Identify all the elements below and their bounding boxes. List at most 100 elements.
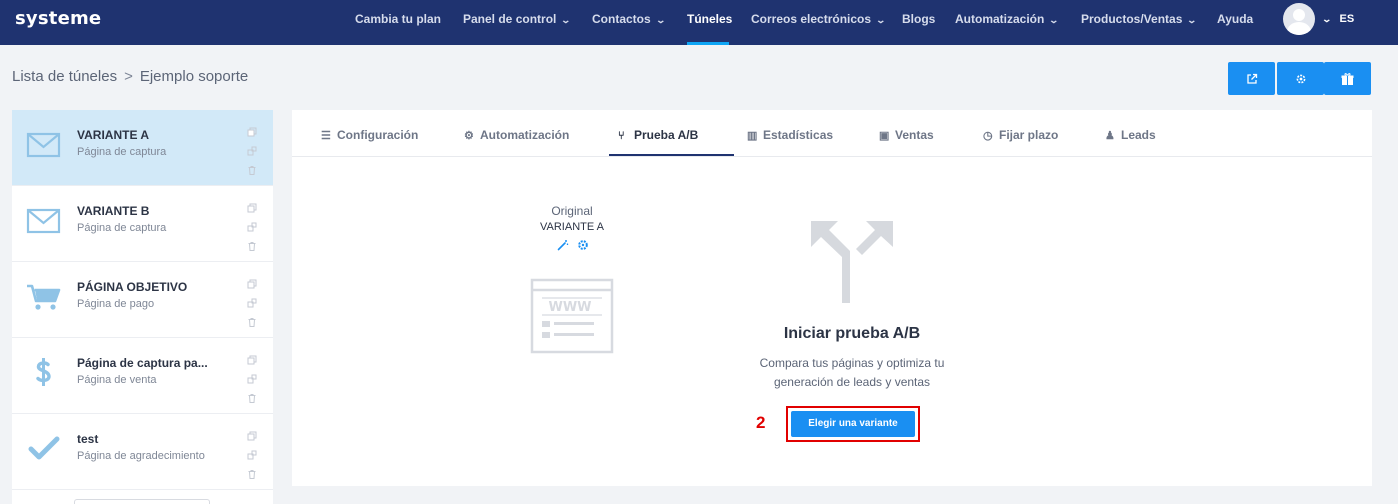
open-funnel-button[interactable] [1228, 62, 1275, 95]
step-actions [247, 352, 259, 409]
funnel-settings-button[interactable] [1277, 62, 1324, 95]
duplicate-icon[interactable] [247, 219, 257, 232]
original-variant-actions [556, 238, 596, 252]
tab-label: Fijar plazo [999, 128, 1059, 142]
nav-label: Blogs [902, 12, 936, 26]
nav-blogs[interactable]: Blogs [902, 0, 935, 45]
breadcrumb-separator: > [124, 68, 133, 85]
step-actions [247, 276, 259, 333]
highlight-box: Elegir una variante [786, 406, 920, 442]
trash-icon[interactable] [247, 238, 257, 251]
nav-label: Ayuda [1217, 12, 1254, 26]
trash-icon[interactable] [247, 162, 257, 175]
step-title: VARIANTE A [77, 128, 149, 142]
nav-productos-ventas[interactable]: Productos/Ventas ⌄ [1081, 0, 1198, 45]
tab-automatizacion[interactable]: ⚙ Automatización [464, 110, 569, 157]
step-actions [247, 124, 259, 181]
systeme-logo[interactable]: systeme [15, 8, 101, 29]
tab-ventas[interactable]: ▣ Ventas [879, 110, 934, 157]
nav-label: Productos/Ventas [1081, 12, 1183, 26]
copy-icon[interactable] [247, 276, 257, 289]
tab-prueba-ab[interactable]: ⑂ Prueba A/B [618, 110, 698, 157]
nav-contactos[interactable]: Contactos ⌄ [592, 0, 666, 45]
chevron-down-icon: ⌄ [1048, 15, 1060, 25]
breadcrumb-parent-link[interactable]: Lista de túneles [12, 68, 117, 85]
step-tabs: ☰ Configuración ⚙ Automatización ⑂ Prueba A… [292, 110, 1372, 157]
tab-fijar-plazo[interactable]: ◷ Fijar plazo [983, 110, 1058, 157]
check-icon [26, 430, 62, 466]
breadcrumb-current: Ejemplo soporte [139, 68, 249, 85]
share-funnel-button[interactable] [1324, 62, 1371, 95]
tab-label: Automatización [480, 128, 570, 142]
step-subtitle: Página de pago [77, 298, 155, 310]
duplicate-icon[interactable] [247, 371, 257, 384]
copy-icon[interactable] [247, 124, 257, 137]
step-actions [247, 428, 259, 485]
funnel-steps-sidebar: VARIANTE A Página de captura VARIANTE B … [12, 110, 273, 504]
funnel-step[interactable]: test Página de agradecimiento [12, 414, 273, 490]
gift-icon [1341, 72, 1354, 86]
chevron-down-icon: ⌄ [875, 15, 887, 25]
users-icon: ♟ [1105, 130, 1115, 142]
tab-label: Ventas [895, 128, 934, 142]
nav-cambia-tu-plan[interactable]: Cambia tu plan [355, 0, 441, 45]
duplicate-icon[interactable] [247, 447, 257, 460]
trash-icon[interactable] [247, 466, 257, 479]
step-subtitle: Página de venta [77, 374, 157, 386]
duplicate-icon[interactable] [247, 295, 257, 308]
nav-automatizacion[interactable]: Automatización ⌄ [955, 0, 1060, 45]
clock-icon: ◷ [983, 130, 993, 142]
nav-panel-de-control[interactable]: Panel de control ⌄ [463, 0, 572, 45]
money-icon: ▣ [879, 130, 890, 142]
language-selector[interactable]: ⌄ ES [1321, 0, 1354, 38]
tab-leads[interactable]: ♟ Leads [1105, 110, 1156, 157]
chevron-down-icon: ⌄ [1321, 14, 1333, 24]
breadcrumb: Lista de túneles > Ejemplo soporte [12, 68, 248, 85]
nav-label: Cambia tu plan [355, 12, 442, 26]
tab-label: Leads [1121, 128, 1156, 142]
choose-variant-button[interactable]: Elegir una variante [791, 411, 915, 437]
nav-label: Automatización [955, 12, 1045, 26]
active-nav-indicator [687, 42, 729, 45]
copy-icon[interactable] [247, 200, 257, 213]
funnel-step[interactable]: VARIANTE A Página de captura [12, 110, 273, 186]
tab-estadisticas[interactable]: ▥ Estadísticas [747, 110, 833, 157]
nav-label: Correos electrónicos [751, 12, 872, 26]
funnel-step[interactable]: Página de captura pa... Página de venta [12, 338, 273, 414]
webpage-icon: WWW [530, 278, 614, 354]
chevron-down-icon: ⌄ [560, 15, 572, 25]
user-avatar[interactable] [1283, 3, 1315, 35]
funnel-step[interactable]: PÁGINA OBJETIVO Página de pago [12, 262, 273, 338]
ab-test-description: Compara tus páginas y optimiza tu genera… [759, 356, 945, 389]
add-step-button[interactable] [74, 499, 210, 504]
nav-label: Túneles [687, 12, 733, 26]
nav-correos-electronicos[interactable]: Correos electrónicos ⌄ [751, 0, 887, 45]
funnel-step[interactable]: VARIANTE B Página de captura [12, 186, 273, 262]
cogs-icon: ⚙ [464, 130, 474, 142]
chevron-down-icon: ⌄ [655, 15, 666, 25]
step-number-annotation: 2 [756, 413, 766, 432]
tab-label: Prueba A/B [634, 128, 699, 142]
trash-icon[interactable] [247, 390, 257, 403]
magic-wand-icon[interactable] [557, 238, 569, 256]
nav-label: Contactos [592, 12, 651, 26]
ab-split-arrows-icon [808, 218, 896, 306]
envelope-icon [26, 202, 62, 238]
gear-icon[interactable] [577, 238, 589, 256]
trash-icon[interactable] [247, 314, 257, 327]
nav-ayuda[interactable]: Ayuda [1217, 0, 1253, 45]
step-title: test [77, 432, 99, 446]
tab-configuracion[interactable]: ☰ Configuración [321, 110, 418, 157]
bar-chart-icon: ▥ [747, 130, 758, 142]
duplicate-icon[interactable] [247, 143, 257, 156]
tab-label: Estadísticas [763, 128, 834, 142]
chevron-down-icon: ⌄ [1186, 15, 1198, 25]
nav-tuneles[interactable]: Túneles [687, 0, 732, 45]
dollar-icon [26, 354, 62, 390]
step-title: PÁGINA OBJETIVO [77, 280, 188, 294]
original-variant-name: VARIANTE A [540, 221, 604, 233]
step-subtitle: Página de captura [77, 146, 167, 158]
copy-icon[interactable] [247, 352, 257, 365]
copy-icon[interactable] [247, 428, 257, 441]
cart-icon [26, 278, 62, 314]
